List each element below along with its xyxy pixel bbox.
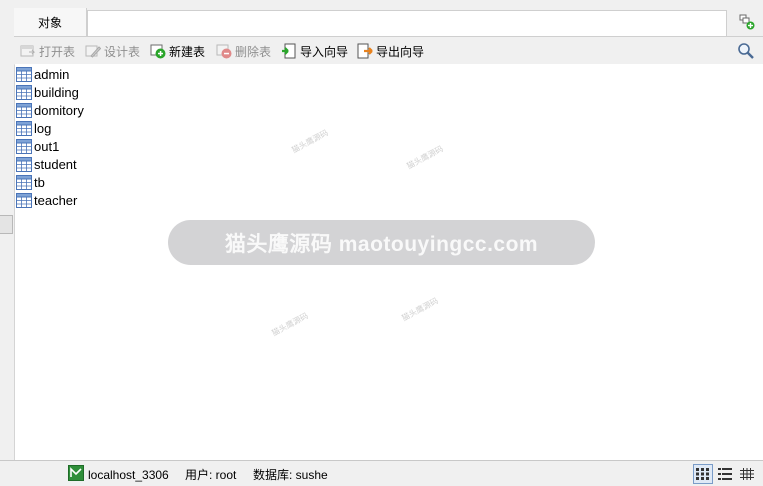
watermark-small: 猫头鹰源码 <box>270 311 310 338</box>
status-user: 用户: root <box>185 468 237 482</box>
watermark-small: 猫头鹰源码 <box>290 128 330 155</box>
table-grid-icon <box>16 66 32 82</box>
table-list-item[interactable]: domitory <box>16 101 84 119</box>
grid-view-icon[interactable] <box>693 464 713 484</box>
view-mode-switcher <box>693 464 757 484</box>
design-table-button[interactable]: 设计表 <box>85 42 140 60</box>
tab-objects-label: 对象 <box>37 15 62 30</box>
table-name: log <box>34 120 52 136</box>
export-wizard-button[interactable]: 导出向导 <box>357 42 424 60</box>
table-name: admin <box>34 66 70 82</box>
search-icon[interactable] <box>737 42 755 60</box>
design-table-label: 设计表 <box>104 44 141 59</box>
delete-table-icon <box>216 43 232 59</box>
table-list-item[interactable]: teacher <box>16 191 84 209</box>
detail-view-icon[interactable] <box>737 464 757 484</box>
table-list-item[interactable]: out1 <box>16 137 84 155</box>
table-name: domitory <box>34 102 84 118</box>
table-grid-icon <box>16 120 32 136</box>
table-name: building <box>34 84 79 100</box>
table-list: admin building domitory log out1 student tb tea… <box>16 65 84 209</box>
table-name: tb <box>34 174 45 190</box>
status-bar: localhost_3306 用户: root 数据库: sushe <box>0 460 763 486</box>
tab-strip-area <box>87 10 727 37</box>
table-grid-icon <box>16 138 32 154</box>
table-grid-icon <box>16 174 32 190</box>
pane-splitter-handle[interactable] <box>0 215 13 234</box>
table-list-item[interactable]: building <box>16 83 84 101</box>
tab-objects[interactable]: 对象 <box>14 8 87 36</box>
list-view-icon[interactable] <box>715 464 735 484</box>
table-list-item[interactable]: tb <box>16 173 84 191</box>
new-table-label: 新建表 <box>169 44 206 59</box>
mysql-connection-icon <box>68 465 84 484</box>
import-wizard-label: 导入向导 <box>300 44 349 59</box>
table-grid-icon <box>16 84 32 100</box>
new-table-button[interactable]: 新建表 <box>150 42 205 60</box>
table-name: out1 <box>34 138 60 154</box>
design-table-icon <box>85 43 102 59</box>
export-wizard-label: 导出向导 <box>376 44 425 59</box>
connection-name: localhost_3306 <box>88 467 169 482</box>
object-list-area: admin building domitory log out1 student tb tea… <box>15 64 763 460</box>
open-table-button[interactable]: 打开表 <box>20 42 75 60</box>
export-wizard-icon <box>357 43 373 59</box>
new-object-tab-icon[interactable] <box>739 14 755 30</box>
object-toolbar: 打开表 设计表 新建表 删除表 导入向导 导出向导 <box>14 37 763 65</box>
table-name: teacher <box>34 192 78 208</box>
tab-bar: 对象 <box>14 8 763 37</box>
open-table-label: 打开表 <box>39 44 76 59</box>
watermark-banner: 猫头鹰源码 maotouyingcc.com <box>168 220 595 265</box>
import-wizard-icon <box>281 43 297 59</box>
watermark-text: 猫头鹰源码 maotouyingcc.com <box>224 232 539 256</box>
open-table-icon <box>20 43 36 59</box>
status-database: 数据库: sushe <box>253 468 328 482</box>
import-wizard-button[interactable]: 导入向导 <box>281 42 348 60</box>
delete-table-button[interactable]: 删除表 <box>216 42 271 60</box>
table-grid-icon <box>16 102 32 118</box>
table-list-item[interactable]: log <box>16 119 84 137</box>
status-connection: localhost_3306 <box>68 465 169 484</box>
delete-table-label: 删除表 <box>235 44 272 59</box>
table-list-item[interactable]: admin <box>16 65 84 83</box>
watermark-small: 猫头鹰源码 <box>400 296 440 323</box>
table-name: student <box>34 156 77 172</box>
navigation-pane-collapsed <box>0 8 15 460</box>
table-list-item[interactable]: student <box>16 155 84 173</box>
table-grid-icon <box>16 156 32 172</box>
table-grid-icon <box>16 192 32 208</box>
watermark-small: 猫头鹰源码 <box>405 144 445 171</box>
new-table-icon <box>150 43 166 59</box>
